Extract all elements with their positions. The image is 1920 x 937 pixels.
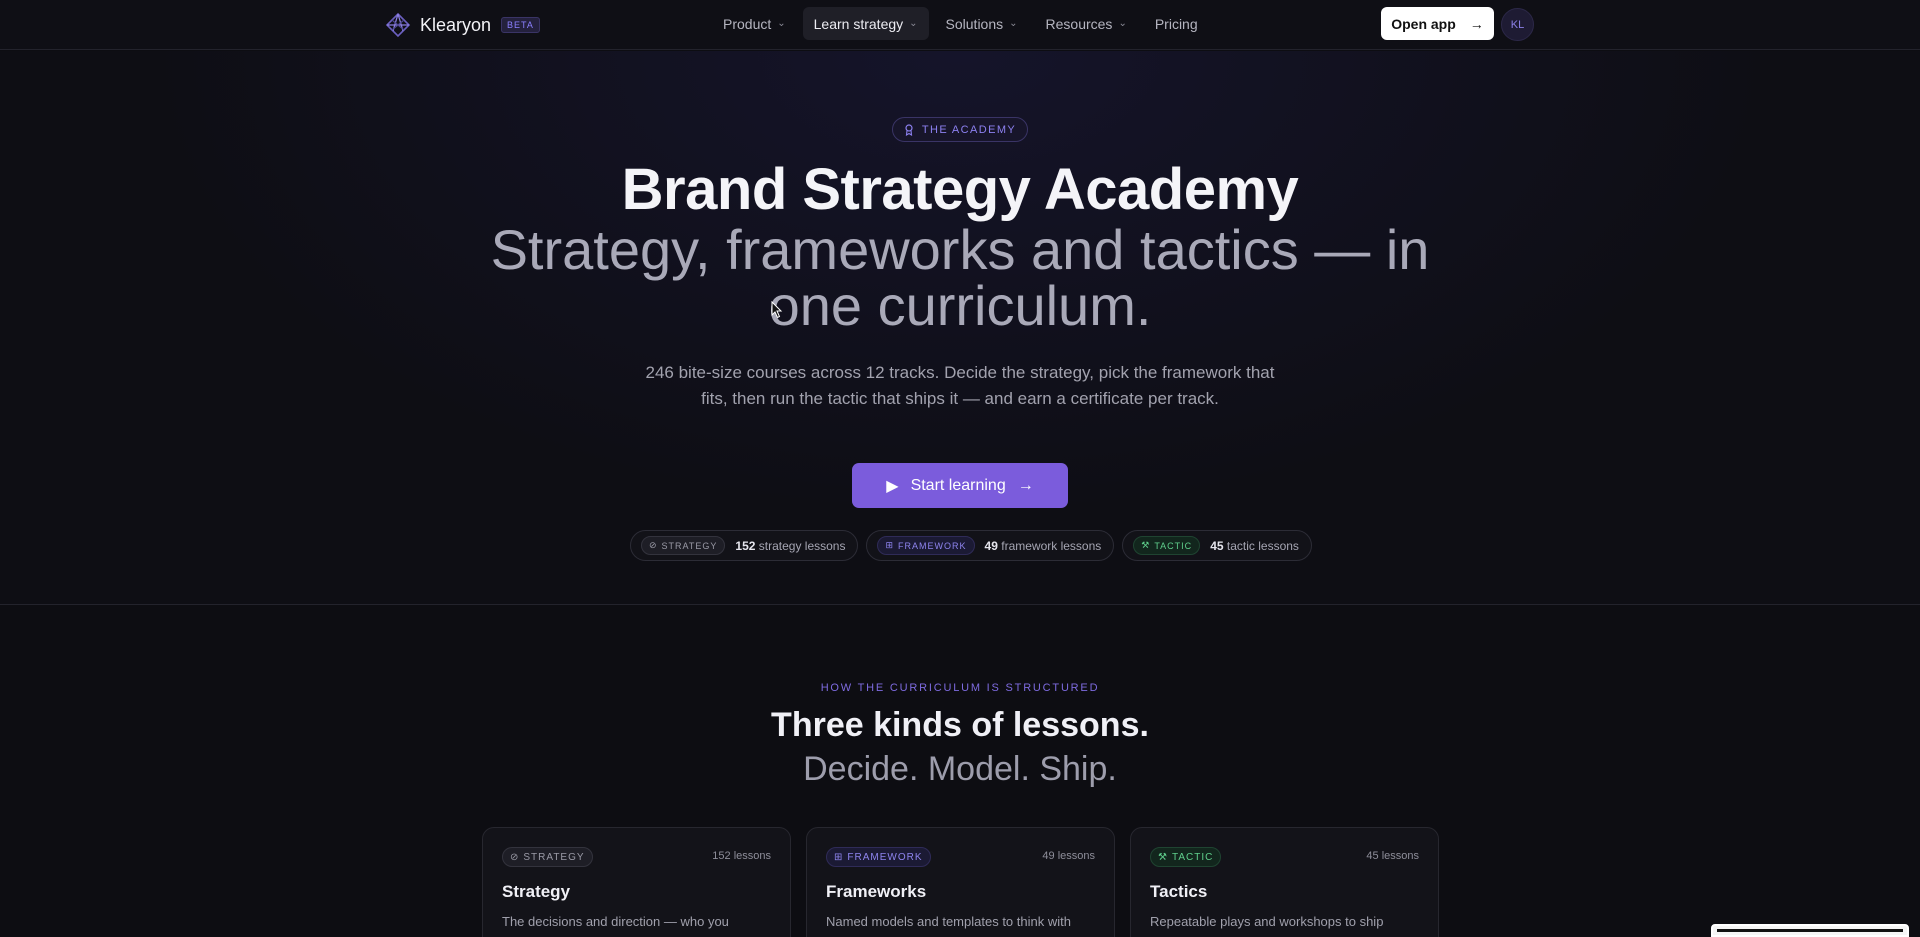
tactic-tag: ⚒ TACTIC xyxy=(1133,536,1201,555)
academy-eyebrow-label: THE ACADEMY xyxy=(921,123,1017,136)
nav-solutions-label: Solutions xyxy=(945,15,1004,32)
tactic-tag-label: TACTIC xyxy=(1154,540,1193,551)
lesson-count-chips: ⊘ STRATEGY 152 strategy lessons ⊞ FRAMEW… xyxy=(630,530,1312,561)
hero-description: 246 bite-size courses across 12 tracks. … xyxy=(645,363,1275,408)
brand-logo-link[interactable]: Klearyon BETA xyxy=(384,11,540,39)
floating-widget[interactable] xyxy=(1711,924,1909,937)
chevron-down-icon: ⌄ xyxy=(1009,18,1018,29)
card-strategy-title: Strategy xyxy=(502,882,571,901)
brand-name: Klearyon xyxy=(420,14,492,35)
framework-tag: ⊞ FRAMEWORK xyxy=(877,536,975,555)
chip-strategy-text: 152 strategy lessons xyxy=(735,539,845,553)
beta-badge: BETA xyxy=(501,17,540,33)
compass-icon: ⊘ xyxy=(649,540,658,550)
framework-tag-label: FRAMEWORK xyxy=(898,540,967,551)
section-kicker: HOW THE CURRICULUM IS STRUCTURED xyxy=(820,682,1100,694)
section-subheading: Decide. Model. Ship. xyxy=(803,750,1117,788)
chip-strategy-label: strategy lessons xyxy=(758,538,846,553)
mouse-cursor-icon xyxy=(771,301,783,319)
chip-framework: ⊞ FRAMEWORK 49 framework lessons xyxy=(866,530,1115,561)
card-framework-tag-label: FRAMEWORK xyxy=(847,851,923,863)
card-tactics[interactable]: ⚒ TACTIC 45 lessons Tactics Repeatable p… xyxy=(1130,827,1439,937)
card-frameworks[interactable]: ⊞ FRAMEWORK 49 lessons Frameworks Named … xyxy=(806,827,1115,937)
start-learning-button[interactable]: ▶ Start learning → xyxy=(852,463,1068,508)
section-heading: Three kinds of lessons. xyxy=(771,706,1149,744)
klearyon-logo-icon xyxy=(385,12,411,38)
user-avatar[interactable]: KL xyxy=(1501,8,1534,41)
arrow-right-icon: → xyxy=(1017,476,1034,494)
nav-pricing-label: Pricing xyxy=(1154,15,1198,32)
framework-tag: ⊞ FRAMEWORK xyxy=(826,847,931,867)
nav-learn-strategy-label: Learn strategy xyxy=(813,15,904,32)
nav-pricing[interactable]: Pricing xyxy=(1144,7,1209,40)
page-subtitle: Strategy, frameworks and tactics — in on… xyxy=(490,218,1430,337)
card-tactics-desc: Repeatable plays and workshops to ship xyxy=(1150,914,1384,929)
chip-tactic-text: 45 tactic lessons xyxy=(1210,539,1299,553)
grid-icon: ⊞ xyxy=(834,851,844,863)
card-strategy-tag-label: STRATEGY xyxy=(523,851,585,863)
chip-strategy: ⊘ STRATEGY 152 strategy lessons xyxy=(630,530,859,561)
chip-tactic-label: tactic lessons xyxy=(1226,538,1299,553)
strategy-tag-label: STRATEGY xyxy=(661,540,718,551)
strategy-tag: ⊘ STRATEGY xyxy=(641,536,726,555)
arrow-right-icon: → xyxy=(1469,15,1484,32)
nav-learn-strategy[interactable]: Learn strategy ⌄ xyxy=(802,7,929,40)
card-frameworks-title: Frameworks xyxy=(826,882,927,901)
compass-icon: ⊘ xyxy=(510,851,520,863)
nav-product-label: Product xyxy=(723,15,772,32)
hammer-icon: ⚒ xyxy=(1158,851,1168,863)
chevron-down-icon: ⌄ xyxy=(1118,18,1127,29)
academy-eyebrow-pill: THE ACADEMY xyxy=(892,117,1028,142)
tactic-tag: ⚒ TACTIC xyxy=(1150,847,1222,867)
nav-resources-label: Resources xyxy=(1045,15,1113,32)
grid-icon: ⊞ xyxy=(885,540,895,550)
chip-tactic-count: 45 xyxy=(1210,538,1224,553)
hammer-icon: ⚒ xyxy=(1141,540,1151,550)
card-frameworks-desc: Named models and templates to think with xyxy=(826,914,1071,929)
widget-bar xyxy=(1717,929,1903,932)
chevron-down-icon: ⌄ xyxy=(777,18,786,29)
card-tactics-count: 45 lessons xyxy=(1366,850,1419,862)
card-strategy-desc: The decisions and direction — who you xyxy=(502,914,729,929)
chip-framework-text: 49 framework lessons xyxy=(985,539,1102,553)
page-title: Brand Strategy Academy xyxy=(621,157,1299,222)
card-strategy[interactable]: ⊘ STRATEGY 152 lessons Strategy The deci… xyxy=(482,827,791,937)
chip-tactic: ⚒ TACTIC 45 tactic lessons xyxy=(1122,530,1312,561)
chip-framework-label: framework lessons xyxy=(1001,538,1102,553)
strategy-tag: ⊘ STRATEGY xyxy=(502,847,593,867)
play-icon: ▶ xyxy=(886,477,899,495)
chip-strategy-count: 152 xyxy=(735,538,756,553)
nav-product[interactable]: Product ⌄ xyxy=(712,7,797,40)
open-app-label: Open app xyxy=(1391,15,1456,32)
chevron-down-icon: ⌄ xyxy=(909,18,918,29)
main-menu: Product ⌄ Learn strategy ⌄ Solutions ⌄ R… xyxy=(712,7,1209,40)
card-strategy-count: 152 lessons xyxy=(712,850,771,862)
top-navigation: Klearyon BETA Product ⌄ Learn strategy ⌄… xyxy=(0,0,1920,50)
start-learning-label: Start learning xyxy=(910,476,1006,494)
card-frameworks-count: 49 lessons xyxy=(1042,850,1095,862)
nav-resources[interactable]: Resources ⌄ xyxy=(1035,7,1138,40)
card-tactic-tag-label: TACTIC xyxy=(1171,851,1214,863)
card-tactics-title: Tactics xyxy=(1150,882,1208,901)
badge-ribbon-icon xyxy=(905,123,913,136)
chip-framework-count: 49 xyxy=(984,538,998,553)
open-app-button[interactable]: Open app → xyxy=(1381,7,1494,40)
nav-solutions[interactable]: Solutions ⌄ xyxy=(935,7,1029,40)
